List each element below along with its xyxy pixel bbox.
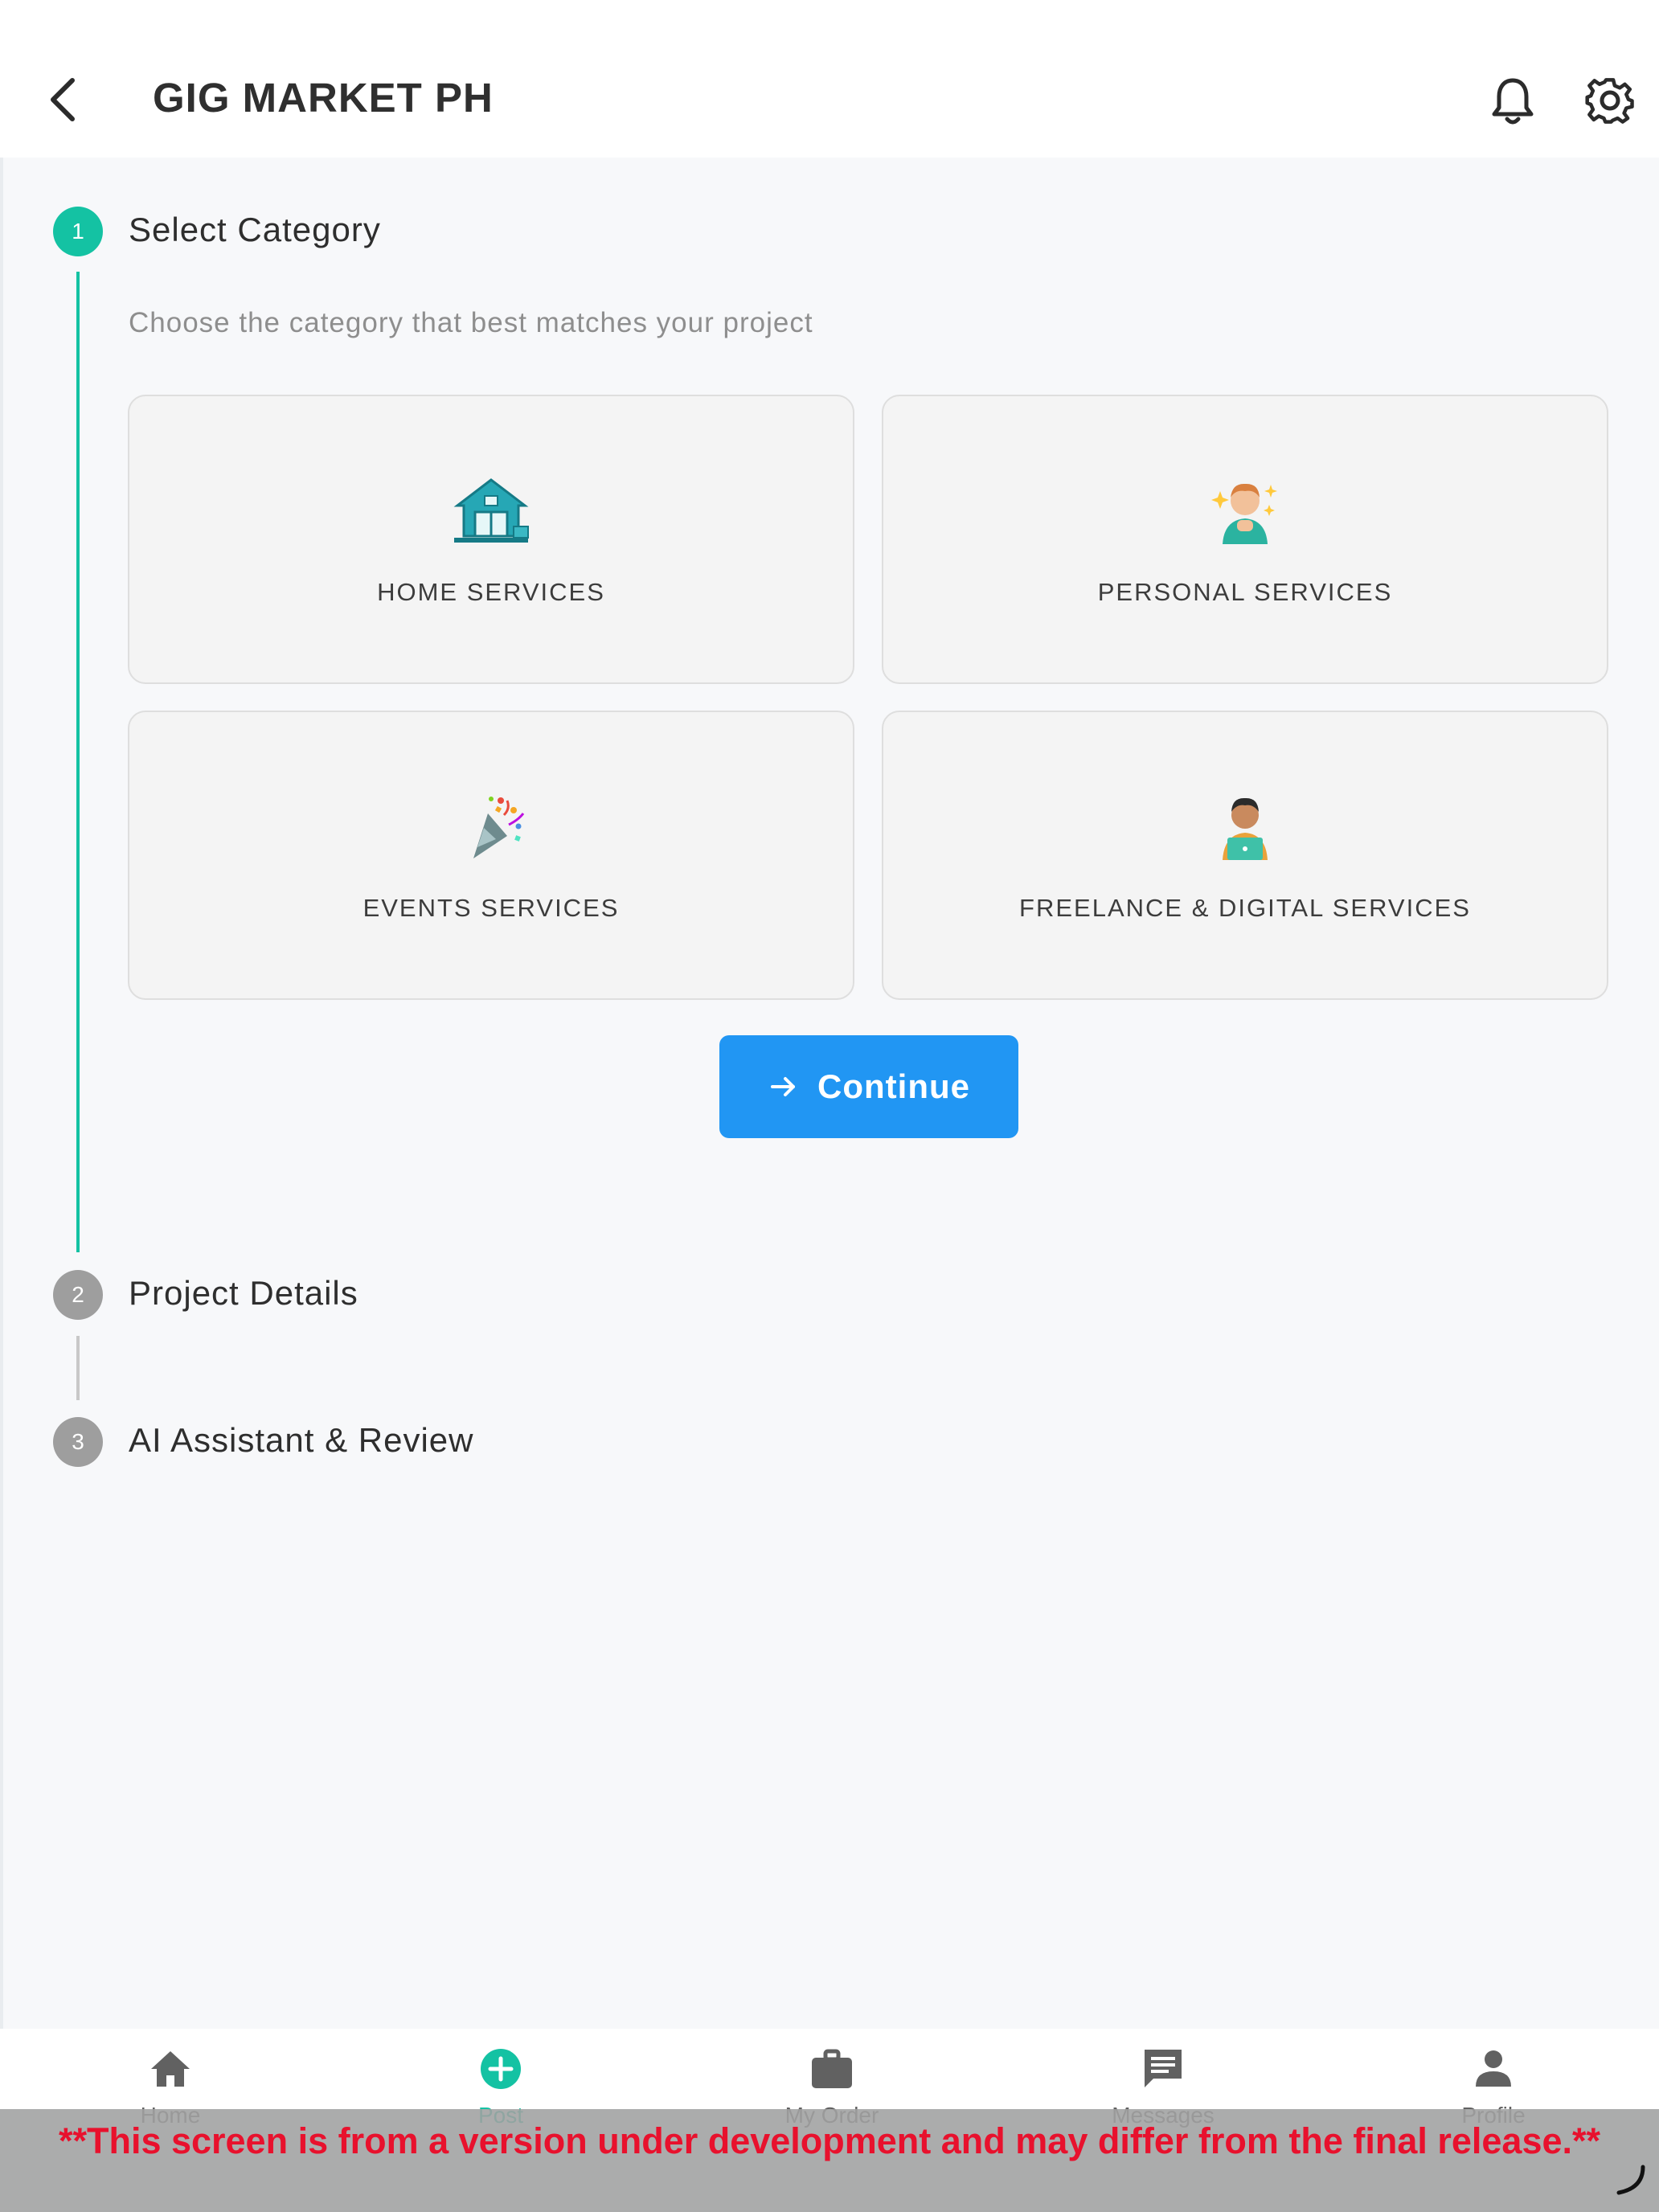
loading-spinner-icon	[1616, 2165, 1645, 2195]
back-button[interactable]	[42, 71, 87, 129]
development-banner: **This screen is from a version under de…	[0, 2109, 1659, 2212]
house-icon	[453, 478, 529, 543]
category-label: PERSONAL SERVICES	[1097, 578, 1393, 606]
step-2-connector	[76, 1336, 80, 1400]
development-banner-text: **This screen is from a version under de…	[58, 2120, 1601, 2161]
message-icon	[1145, 2050, 1182, 2087]
person-icon	[1476, 2050, 1511, 2087]
person-laptop-icon	[1223, 797, 1268, 860]
left-edge	[0, 158, 3, 2030]
category-card-personal-services[interactable]: PERSONAL SERVICES	[882, 395, 1608, 684]
app-header: GIG MARKET PH	[0, 0, 1659, 158]
step-3-number: 3	[72, 1429, 84, 1454]
category-label: HOME SERVICES	[377, 578, 605, 606]
step-1-connector	[76, 272, 80, 1252]
step-1-indicator: 1	[53, 207, 103, 256]
notifications-button[interactable]	[1489, 76, 1537, 127]
party-popper-icon	[473, 797, 525, 858]
briefcase-icon	[812, 2049, 852, 2088]
category-card-events-services[interactable]: EVENTS SERVICES	[128, 711, 854, 1000]
home-icon	[151, 2051, 190, 2087]
arrow-right-icon	[771, 1077, 796, 1096]
category-card-home-services[interactable]: HOME SERVICES	[128, 395, 854, 684]
step-1-number: 1	[72, 219, 84, 244]
step-2-number: 2	[72, 1282, 84, 1307]
step-1-title[interactable]: Select Category	[129, 211, 381, 249]
settings-button[interactable]	[1585, 76, 1635, 125]
category-label: EVENTS SERVICES	[363, 894, 620, 922]
add-circle-icon	[481, 2049, 521, 2089]
continue-button[interactable]: Continue	[719, 1035, 1018, 1138]
step-2-title[interactable]: Project Details	[129, 1274, 358, 1313]
continue-label: Continue	[817, 1067, 970, 1105]
step-1-subtitle: Choose the category that best matches yo…	[129, 307, 813, 338]
person-sparkle-icon	[1211, 483, 1277, 544]
app-title: GIG MARKET PH	[153, 75, 494, 121]
step-2-indicator: 2	[53, 1270, 103, 1320]
step-3-indicator: 3	[53, 1417, 103, 1467]
step-3-title[interactable]: AI Assistant & Review	[129, 1421, 474, 1460]
chevron-left-icon	[51, 78, 75, 121]
gear-icon	[1585, 78, 1634, 124]
category-label: FREELANCE & DIGITAL SERVICES	[1019, 894, 1471, 922]
bell-icon	[1492, 78, 1534, 125]
category-card-freelance-digital-services[interactable]: FREELANCE & DIGITAL SERVICES	[882, 711, 1608, 1000]
